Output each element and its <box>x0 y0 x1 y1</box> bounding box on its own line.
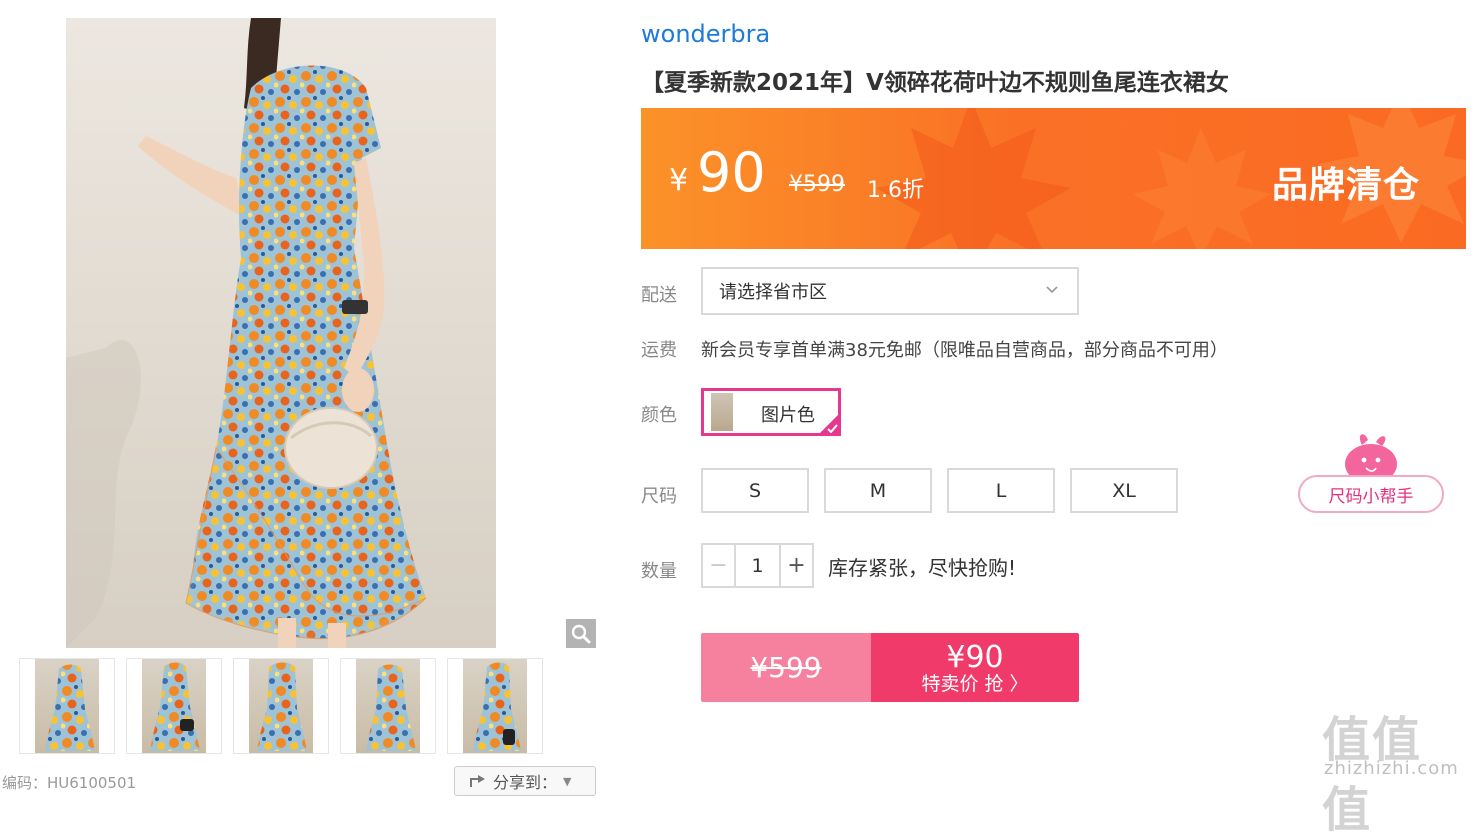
color-label: 颜色 <box>641 405 677 426</box>
shipping-label: 运费 <box>641 340 677 361</box>
promo-tag: 品牌清仓 <box>1271 165 1420 206</box>
buy-original-price: ¥599 <box>701 633 871 702</box>
region-select[interactable]: 请选择省市区 <box>701 267 1079 315</box>
chevron-down-icon: ▼ <box>563 774 572 788</box>
main-product-image[interactable] <box>66 18 496 648</box>
buy-now-label: 特卖价 抢 〉 <box>921 672 1029 695</box>
thumbnail[interactable] <box>340 658 436 754</box>
color-option-selected[interactable]: 图片色 <box>701 388 841 436</box>
quantity-increase-button[interactable]: + <box>779 545 812 586</box>
watermark-url: zhizhizhi.com <box>1324 758 1459 779</box>
buy-now-button[interactable]: ¥90 特卖价 抢 〉 <box>871 633 1079 702</box>
zoom-button[interactable] <box>566 619 596 648</box>
buy-bar: ¥599 ¥90 特卖价 抢 〉 <box>701 633 1079 702</box>
size-label: 尺码 <box>641 486 677 507</box>
product-title: 【夏季新款2021年】V领碎花荷叶边不规则鱼尾连衣裙女 <box>641 70 1229 96</box>
thumbnail[interactable] <box>233 658 329 754</box>
quantity-input[interactable]: 1 <box>736 545 779 586</box>
dress-photo-illustration <box>66 18 496 648</box>
thumbnail-image <box>356 659 420 753</box>
thumbnail-image <box>463 659 527 753</box>
delivery-label: 配送 <box>641 285 677 306</box>
size-option-s[interactable]: S <box>701 468 809 513</box>
chevron-down-icon <box>1046 286 1058 294</box>
stock-warning: 库存紧张，尽快抢购! <box>828 556 1017 580</box>
color-swatch-image <box>711 393 733 431</box>
check-icon <box>820 415 838 433</box>
share-label: 分享到： <box>493 773 558 792</box>
thumbnail-strip <box>19 658 543 754</box>
share-button[interactable]: 分享到： ▼ <box>454 766 596 796</box>
shipping-policy: 新会员专享首单满38元免邮（限唯品自营商品，部分商品不可用） <box>701 340 1228 361</box>
size-option-l[interactable]: L <box>947 468 1055 513</box>
site-watermark: 值值值 zhizhizhi.com <box>1310 700 1470 838</box>
magnifier-icon <box>571 624 591 643</box>
brand-link[interactable]: wonderbra <box>641 20 770 48</box>
price-banner: ¥ 90 ¥599 1.6折 品牌清仓 <box>641 108 1466 249</box>
region-select-placeholder: 请选择省市区 <box>719 282 827 303</box>
sku-code: 编码：HU6100501 <box>2 774 137 792</box>
thumbnail[interactable] <box>126 658 222 754</box>
buy-sale-price: ¥90 <box>946 639 1004 675</box>
quantity-decrease-button[interactable]: − <box>703 545 736 586</box>
original-price: ¥599 <box>789 172 845 197</box>
size-option-m[interactable]: M <box>824 468 932 513</box>
thumbnail[interactable] <box>447 658 543 754</box>
discount-rate: 1.6折 <box>867 178 924 203</box>
thumbnail-image <box>249 659 313 753</box>
thumbnail-image <box>35 659 99 753</box>
size-helper-button[interactable]: 尺码小帮手 <box>1298 430 1444 514</box>
size-option-xl[interactable]: XL <box>1070 468 1178 513</box>
sale-price: 90 <box>697 141 766 204</box>
color-option-label: 图片色 <box>761 405 815 426</box>
quantity-label: 数量 <box>641 561 677 582</box>
size-helper-label: 尺码小帮手 <box>1298 475 1444 513</box>
currency-symbol: ¥ <box>669 163 689 198</box>
quantity-stepper: − 1 + <box>701 543 814 588</box>
thumbnail[interactable] <box>19 658 115 754</box>
thumbnail-image <box>142 659 206 753</box>
